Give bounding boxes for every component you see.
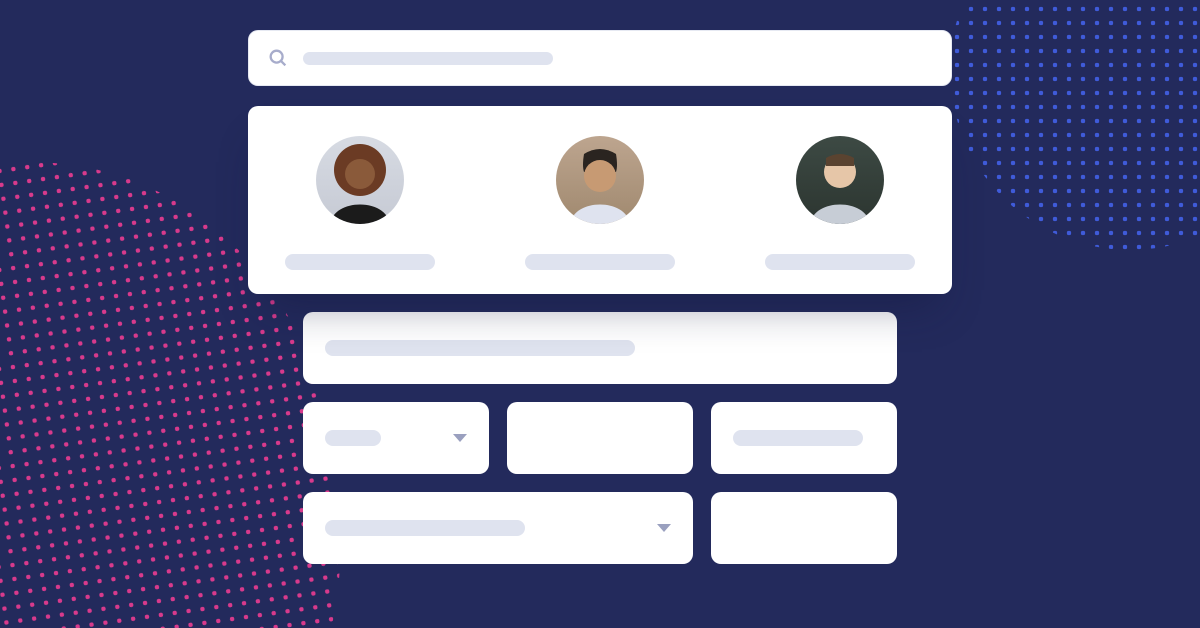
filter-field-5[interactable] — [711, 492, 897, 564]
result-item[interactable] — [760, 136, 920, 270]
search-placeholder — [303, 52, 553, 65]
dropdown-label — [325, 430, 381, 446]
result-name — [285, 254, 435, 270]
result-item[interactable] — [280, 136, 440, 270]
chevron-down-icon — [453, 434, 467, 442]
chevron-down-icon — [657, 524, 671, 532]
person-icon — [556, 136, 644, 224]
filter-form — [303, 278, 897, 564]
filter-header-label — [325, 340, 635, 356]
search-input[interactable] — [248, 30, 952, 86]
filter-dropdown-1[interactable] — [303, 402, 489, 474]
filter-field-2[interactable] — [507, 402, 693, 474]
result-name — [525, 254, 675, 270]
person-icon — [796, 136, 884, 224]
dropdown-label — [325, 520, 525, 536]
results-panel — [248, 106, 952, 294]
filter-header-field[interactable] — [303, 312, 897, 384]
avatar — [556, 136, 644, 224]
field-label — [733, 430, 863, 446]
person-icon — [316, 136, 404, 224]
result-name — [765, 254, 915, 270]
filter-dropdown-2[interactable] — [303, 492, 693, 564]
filter-field-3[interactable] — [711, 402, 897, 474]
result-item[interactable] — [520, 136, 680, 270]
page-stage — [0, 0, 1200, 628]
avatar — [316, 136, 404, 224]
avatar — [796, 136, 884, 224]
search-icon — [267, 47, 289, 69]
